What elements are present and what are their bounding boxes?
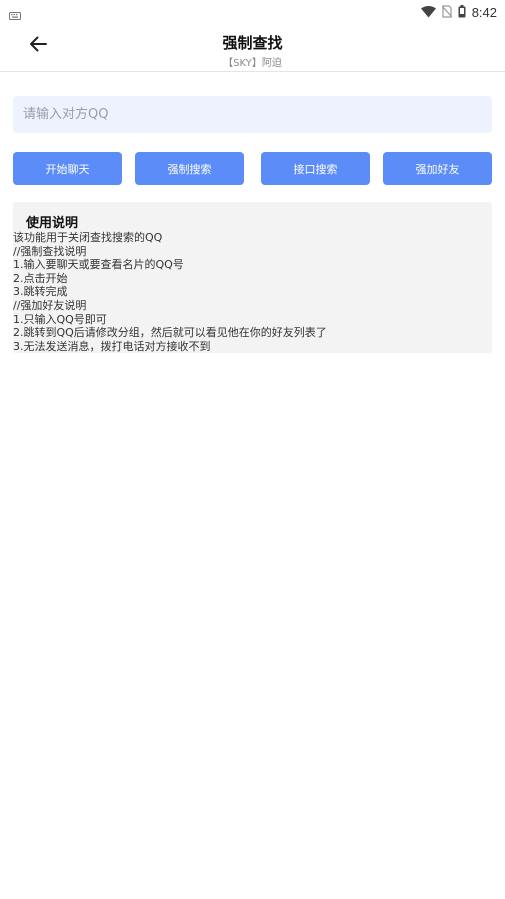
status-bar: 8:42: [0, 0, 505, 22]
instruction-line: 2.点击开始: [13, 271, 68, 285]
api-search-button[interactable]: 接口搜索: [261, 152, 370, 185]
instructions-body: 该功能用于关闭查找搜索的QQ //强制查找说明 1.输入要聊天或要查看名片的QQ…: [13, 231, 327, 353]
instruction-line: 1.只输入QQ号即可: [13, 312, 107, 326]
page-title: 强制查找: [222, 34, 283, 52]
force-search-button[interactable]: 强制搜索: [135, 152, 244, 185]
app-bar: 强制查找 【SKY】阿迫: [0, 22, 505, 72]
instructions-title: 使用说明: [26, 216, 79, 231]
instructions-card: 使用说明 该功能用于关闭查找搜索的QQ //强制查找说明 1.输入要聊天或要查看…: [13, 202, 492, 353]
start-chat-button[interactable]: 开始聊天: [13, 152, 122, 185]
instruction-line: 1.输入要聊天或要查看名片的QQ号: [13, 258, 184, 272]
instruction-line: 3.跳转完成: [13, 285, 68, 299]
force-add-friend-button[interactable]: 强加好友: [383, 152, 492, 185]
instruction-line: //强制查找说明: [13, 244, 87, 258]
instruction-line: 该功能用于关闭查找搜索的QQ: [13, 231, 163, 244]
status-time: 8:42: [471, 5, 497, 20]
instruction-line: 3.无法发送消息，拨打电话对方接收不到: [13, 339, 211, 353]
instruction-line: 2.跳转到QQ后请修改分组，然后就可以看见他在你的好友列表了: [13, 326, 327, 340]
page-subtitle: 【SKY】阿迫: [223, 58, 282, 69]
wifi-icon: [420, 3, 436, 22]
battery-icon: [458, 3, 466, 22]
qq-input[interactable]: [13, 96, 492, 133]
instruction-line: //强加好友说明: [13, 298, 87, 312]
no-sim-icon: [441, 3, 453, 22]
